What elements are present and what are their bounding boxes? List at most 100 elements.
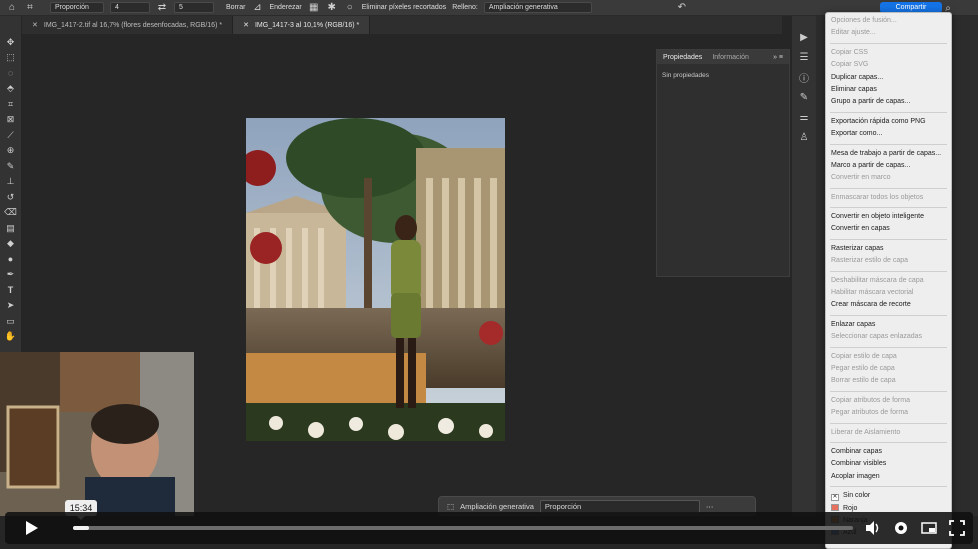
crop-tool-icon[interactable]: ⌗ (5, 98, 17, 111)
picture-in-picture-icon[interactable] (921, 520, 937, 536)
context-menu-item[interactable]: Marco a partir de capas... (826, 160, 951, 172)
properties-body: Sin propiedades (662, 72, 709, 79)
blur-tool-icon[interactable]: ◆ (5, 238, 17, 251)
hand-tool-icon[interactable]: ✋ (5, 331, 17, 344)
fill-label: Relleno: (452, 4, 478, 11)
menu-separator (830, 314, 947, 316)
webcam-overlay (0, 352, 194, 516)
tab-label: IMG_1417-2.tif al 16,7% (flores desenfoc… (43, 21, 223, 29)
settings-gear-icon[interactable] (893, 520, 909, 536)
history-brush-icon[interactable]: ↺ (5, 191, 17, 204)
ratio-height-input[interactable]: 5 (174, 2, 214, 13)
context-menu-item[interactable]: Exportar como... (826, 128, 951, 140)
tab-label: IMG_1417-3 al 10,1% (RGB/16) * (254, 21, 360, 29)
straighten-button[interactable]: Enderezar (269, 4, 301, 11)
context-menu-item[interactable]: Acoplar imagen (826, 471, 951, 483)
layer-context-menu: Opciones de fusión... Editar ajuste... Cop… (825, 12, 952, 549)
context-menu-item: Rasterizar estilo de capa (831, 257, 909, 265)
tab-document-2[interactable]: ✕ IMG_1417-3 al 10,1% (RGB/16) * (233, 16, 371, 34)
volume-icon[interactable] (865, 520, 881, 536)
menu-separator (830, 111, 947, 113)
seek-progress (73, 526, 89, 530)
color-label-text: Rojo (843, 504, 858, 512)
context-menu-item: Editar ajuste... (831, 29, 876, 37)
context-menu-item: Habilitar máscara vectorial (831, 289, 914, 297)
context-menu-item: Deshabilitar máscara de capa (831, 276, 924, 284)
tab-info[interactable]: Información (712, 54, 749, 61)
context-menu-item: Copiar SVG (831, 61, 869, 69)
healing-brush-icon[interactable]: ⊕ (5, 145, 17, 158)
context-menu-item: Pegar estilo de capa (831, 364, 895, 372)
clear-button[interactable]: Borrar (226, 4, 245, 11)
shape-tool-icon[interactable]: ▭ (5, 315, 17, 328)
crop-tool-icon[interactable]: ⌗ (24, 2, 36, 14)
type-tool-icon[interactable]: T (5, 284, 17, 297)
context-menu-item: Liberar de Aislamiento (831, 428, 901, 436)
seek-bar[interactable] (73, 526, 853, 530)
home-icon[interactable]: ⌂ (6, 2, 18, 14)
close-icon[interactable]: ✕ (243, 21, 249, 29)
ratio-width-input[interactable]: 4 (110, 2, 150, 13)
photoshop-window: ⌂ ⌗ Proporción 4 ⇄ 5 Borrar ⊿ Enderezar … (0, 0, 978, 549)
context-menu-item[interactable]: Enlazar capas (826, 319, 951, 331)
context-menu-item[interactable]: Combinar capas (826, 446, 951, 458)
path-selection-icon[interactable]: ➤ (5, 300, 17, 313)
canvas-image[interactable] (246, 118, 505, 441)
grid-overlay-icon[interactable]: ▦ (308, 2, 320, 14)
object-selection-icon[interactable]: ⬘ (5, 83, 17, 96)
context-menu-item[interactable]: Eliminar capas (826, 84, 951, 96)
swap-icon[interactable]: ⇄ (156, 2, 168, 14)
move-tool-icon[interactable]: ✥ (5, 36, 17, 49)
context-menu-item[interactable]: Duplicar capas... (826, 72, 951, 84)
generative-expand-icon[interactable]: ⬚ (447, 502, 454, 511)
pen-tool-icon[interactable]: ✒ (5, 269, 17, 282)
lasso-tool-icon[interactable]: ◌ (5, 67, 17, 80)
fill-select[interactable]: Ampliación generativa (483, 2, 592, 13)
context-menu-item[interactable]: Mesa de trabajo a partir de capas... (826, 148, 951, 160)
no-color-icon: ✕ (831, 494, 839, 502)
eyedropper-icon[interactable]: ⟋ (5, 129, 17, 142)
context-menu-item: Pegar atributos de forma (831, 409, 909, 417)
context-menu-item[interactable]: Crear máscara de recorte (826, 299, 951, 311)
stamp-tool-icon[interactable]: ⊥ (5, 176, 17, 189)
panel-menu-icon[interactable]: » ≡ (773, 54, 783, 61)
context-menu-item[interactable]: Convertir en objeto inteligente (826, 211, 951, 223)
play-icon[interactable] (23, 520, 39, 536)
properties-panel-header: Propiedades Información » ≡ (657, 50, 789, 64)
more-options-icon[interactable]: ⋯ (706, 502, 714, 511)
context-menu-item[interactable]: Exportación rápida como PNG (826, 116, 951, 128)
eraser-icon[interactable]: ⌫ (4, 207, 17, 220)
context-menu-item[interactable]: Convertir en capas (826, 223, 951, 235)
brush-settings-icon[interactable]: ✎ (797, 90, 811, 104)
fullscreen-icon[interactable] (949, 520, 965, 536)
menu-separator (830, 422, 947, 424)
tab-document-1[interactable]: ✕ IMG_1417-2.tif al 16,7% (flores desenf… (22, 16, 234, 34)
info-icon[interactable]: ⓘ (797, 70, 811, 85)
puppet-icon[interactable]: ♙ (797, 130, 811, 144)
undo-icon[interactable]: ↶ (676, 2, 688, 14)
context-menu-item[interactable]: Combinar visibles (826, 458, 951, 470)
frame-tool-icon[interactable]: ⊠ (5, 114, 17, 127)
checkbox-icon[interactable]: ○ (344, 2, 356, 14)
gear-icon[interactable]: ✱ (326, 2, 338, 14)
close-icon[interactable]: ✕ (32, 21, 38, 29)
dodge-tool-icon[interactable]: ● (5, 253, 17, 266)
context-menu-item[interactable]: Rasterizar capas (826, 243, 951, 255)
ratio-dropdown[interactable]: Proporción (539, 499, 700, 513)
color-label-item[interactable]: ✕ Sin color (826, 490, 951, 502)
adjustments-icon[interactable]: ☰ (797, 50, 811, 64)
play-action-icon[interactable]: ▶ (797, 30, 811, 44)
right-dock-strip: ▶ ☰ ⓘ ✎ ⚌ ♙ (792, 16, 816, 516)
straighten-icon[interactable]: ⊿ (251, 2, 263, 14)
canvas-artwork (246, 118, 505, 441)
context-menu-item: Borrar estilo de capa (831, 377, 896, 385)
sliders-icon[interactable]: ⚌ (797, 110, 811, 124)
brush-tool-icon[interactable]: ✎ (5, 160, 17, 173)
context-menu-item[interactable]: Grupo a partir de capas... (826, 96, 951, 108)
context-menu-item: Copiar CSS (831, 48, 868, 56)
generative-expand-button[interactable]: Ampliación generativa (460, 502, 534, 511)
marquee-tool-icon[interactable]: ⬚ (5, 52, 17, 65)
ratio-select[interactable]: Proporción (50, 2, 104, 13)
tab-properties[interactable]: Propiedades (663, 54, 702, 61)
gradient-tool-icon[interactable]: ▤ (5, 222, 17, 235)
